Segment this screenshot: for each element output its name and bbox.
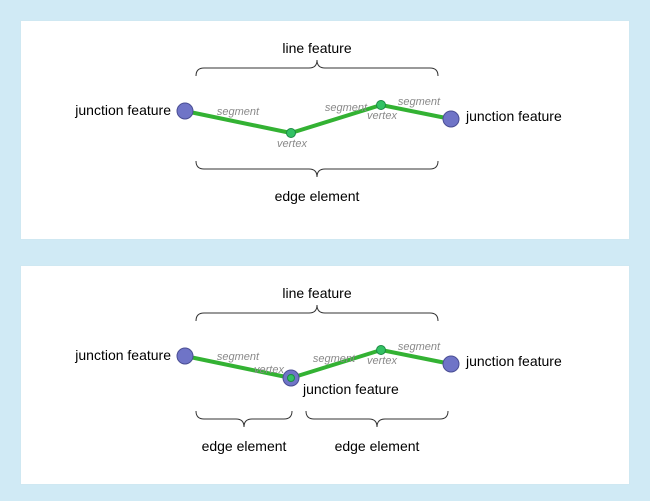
label-edge-element: edge element bbox=[275, 188, 360, 204]
junction-mid-inner bbox=[288, 375, 295, 382]
label-junction-left: junction feature bbox=[74, 102, 171, 118]
ann-segment-3: segment bbox=[398, 96, 441, 108]
ann-segment-1: segment bbox=[217, 106, 260, 118]
diagram-panel-bottom: line feature junction feature junction f… bbox=[20, 265, 630, 485]
ann-vertex-2b: vertex bbox=[367, 355, 397, 367]
ann-vertex-2: vertex bbox=[367, 110, 397, 122]
junction-right bbox=[443, 111, 459, 127]
diagram-svg-bottom: line feature junction feature junction f… bbox=[21, 266, 629, 484]
label-junction-mid: junction feature bbox=[302, 381, 399, 397]
brace-edge-right bbox=[306, 411, 448, 427]
label-line-feature: line feature bbox=[282, 40, 351, 56]
brace-line-feature bbox=[196, 60, 438, 76]
vertex-2b bbox=[377, 346, 386, 355]
label-junction-left-2: junction feature bbox=[74, 347, 171, 363]
ann-vertex-1b: vertex bbox=[254, 364, 284, 376]
label-line-feature-2: line feature bbox=[282, 285, 351, 301]
ann-segment-3b: segment bbox=[398, 341, 441, 353]
diagram-svg-top: line feature junction feature junction f… bbox=[21, 21, 629, 239]
vertex-1 bbox=[287, 129, 296, 138]
label-junction-right-2: junction feature bbox=[465, 353, 562, 369]
brace-line-feature-2 bbox=[196, 305, 438, 321]
ann-segment-2b: segment bbox=[313, 353, 356, 365]
label-edge-left: edge element bbox=[202, 438, 287, 454]
label-edge-right: edge element bbox=[335, 438, 420, 454]
junction-right-2 bbox=[443, 356, 459, 372]
ann-segment-1b: segment bbox=[217, 351, 260, 363]
diagram-panel-top: line feature junction feature junction f… bbox=[20, 20, 630, 240]
ann-segment-2: segment bbox=[325, 102, 368, 114]
junction-left bbox=[177, 103, 193, 119]
ann-vertex-1: vertex bbox=[277, 138, 307, 150]
brace-edge-element bbox=[196, 161, 438, 177]
vertex-2 bbox=[377, 101, 386, 110]
label-junction-right: junction feature bbox=[465, 108, 562, 124]
junction-left-2 bbox=[177, 348, 193, 364]
brace-edge-left bbox=[196, 411, 292, 427]
